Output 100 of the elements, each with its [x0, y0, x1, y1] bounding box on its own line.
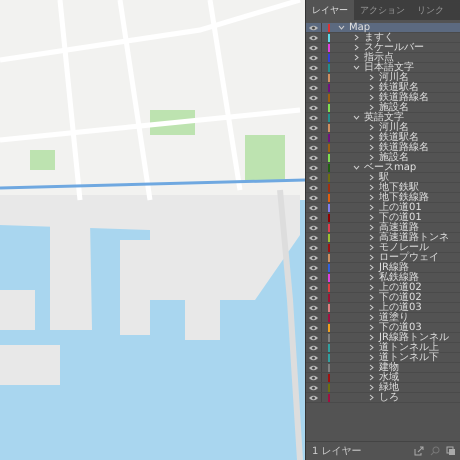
- chevron-icon[interactable]: [368, 224, 375, 231]
- chevron-icon[interactable]: [368, 204, 375, 211]
- chevron-icon[interactable]: [368, 374, 375, 381]
- layer-row[interactable]: 鉄道駅名: [306, 133, 460, 143]
- layer-row[interactable]: 上の道02: [306, 283, 460, 293]
- chevron-icon[interactable]: [368, 134, 375, 141]
- chevron-icon[interactable]: [368, 314, 375, 321]
- layer-row[interactable]: 河川名: [306, 123, 460, 133]
- layer-row[interactable]: 英語文字: [306, 113, 460, 123]
- panel-tab[interactable]: リンク: [411, 0, 450, 20]
- eye-icon[interactable]: [309, 54, 318, 60]
- eye-icon[interactable]: [309, 284, 318, 290]
- chevron-icon[interactable]: [368, 94, 375, 101]
- chevron-icon[interactable]: [368, 104, 375, 111]
- layer-row[interactable]: 地下鉄駅: [306, 183, 460, 193]
- chevron-icon[interactable]: [368, 394, 375, 401]
- layer-row[interactable]: 建物: [306, 363, 460, 373]
- eye-icon[interactable]: [309, 114, 318, 120]
- layer-row[interactable]: 施設名: [306, 103, 460, 113]
- chevron-icon[interactable]: [368, 264, 375, 271]
- layer-row[interactable]: モノレール: [306, 243, 460, 253]
- layer-row[interactable]: しろ: [306, 393, 460, 403]
- export-icon[interactable]: [414, 446, 424, 456]
- chevron-icon[interactable]: [368, 384, 375, 391]
- chevron-icon[interactable]: [368, 84, 375, 91]
- chevron-icon[interactable]: [353, 164, 360, 171]
- eye-icon[interactable]: [309, 364, 318, 370]
- layer-row[interactable]: ベースmap: [306, 163, 460, 173]
- chevron-icon[interactable]: [368, 234, 375, 241]
- layer-row[interactable]: 鉄道路線名: [306, 93, 460, 103]
- layer-row[interactable]: 下の道03: [306, 323, 460, 333]
- chevron-icon[interactable]: [368, 344, 375, 351]
- chevron-icon[interactable]: [353, 114, 360, 121]
- chevron-icon[interactable]: [368, 294, 375, 301]
- chevron-icon[interactable]: [368, 304, 375, 311]
- eye-icon[interactable]: [309, 184, 318, 190]
- chevron-icon[interactable]: [368, 124, 375, 131]
- chevron-icon[interactable]: [338, 24, 345, 31]
- eye-icon[interactable]: [309, 84, 318, 90]
- layer-row[interactable]: 指示点: [306, 53, 460, 63]
- layer-row[interactable]: 鉄道駅名: [306, 83, 460, 93]
- eye-icon[interactable]: [309, 304, 318, 310]
- panel-tab[interactable]: アクション: [354, 0, 411, 20]
- layer-row[interactable]: 鉄道路線名: [306, 143, 460, 153]
- chevron-icon[interactable]: [368, 284, 375, 291]
- eye-icon[interactable]: [309, 64, 318, 70]
- eye-icon[interactable]: [309, 194, 318, 200]
- chevron-icon[interactable]: [368, 154, 375, 161]
- eye-icon[interactable]: [309, 354, 318, 360]
- layer-row[interactable]: 河川名: [306, 73, 460, 83]
- layer-row[interactable]: ロープウェイ: [306, 253, 460, 263]
- chevron-icon[interactable]: [353, 34, 360, 41]
- layer-row[interactable]: Map: [306, 23, 460, 33]
- layer-row[interactable]: 緑地: [306, 383, 460, 393]
- eye-icon[interactable]: [309, 244, 318, 250]
- layer-row[interactable]: 高速道路トンネ: [306, 233, 460, 243]
- eye-icon[interactable]: [309, 44, 318, 50]
- eye-icon[interactable]: [309, 394, 318, 400]
- chevron-icon[interactable]: [368, 334, 375, 341]
- chevron-icon[interactable]: [368, 74, 375, 81]
- chevron-icon[interactable]: [368, 324, 375, 331]
- layer-row[interactable]: 私鉄線路: [306, 273, 460, 283]
- chevron-icon[interactable]: [353, 64, 360, 71]
- eye-icon[interactable]: [309, 144, 318, 150]
- eye-icon[interactable]: [309, 204, 318, 210]
- eye-icon[interactable]: [309, 74, 318, 80]
- panel-tab[interactable]: レイヤー: [306, 0, 354, 20]
- eye-icon[interactable]: [309, 24, 318, 30]
- layer-row[interactable]: JR線路: [306, 263, 460, 273]
- eye-icon[interactable]: [309, 264, 318, 270]
- eye-icon[interactable]: [309, 324, 318, 330]
- eye-icon[interactable]: [309, 224, 318, 230]
- chevron-icon[interactable]: [368, 254, 375, 261]
- layer-row[interactable]: 下の道01: [306, 213, 460, 223]
- layer-row[interactable]: 下の道02: [306, 293, 460, 303]
- chevron-icon[interactable]: [353, 44, 360, 51]
- eye-icon[interactable]: [309, 374, 318, 380]
- eye-icon[interactable]: [309, 384, 318, 390]
- layer-row[interactable]: 日本語文字: [306, 63, 460, 73]
- layer-row[interactable]: 地下鉄線路: [306, 193, 460, 203]
- layer-row[interactable]: 道塗り: [306, 313, 460, 323]
- eye-icon[interactable]: [309, 344, 318, 350]
- chevron-icon[interactable]: [368, 214, 375, 221]
- eye-icon[interactable]: [309, 104, 318, 110]
- layer-row[interactable]: JR線路トンネル: [306, 333, 460, 343]
- eye-icon[interactable]: [309, 234, 318, 240]
- layer-row[interactable]: 施設名: [306, 153, 460, 163]
- chevron-icon[interactable]: [368, 274, 375, 281]
- layer-row[interactable]: 高速道路: [306, 223, 460, 233]
- chevron-icon[interactable]: [368, 244, 375, 251]
- layer-row[interactable]: スケールバー: [306, 43, 460, 53]
- layer-row[interactable]: 道トンネル上: [306, 343, 460, 353]
- eye-icon[interactable]: [309, 124, 318, 130]
- eye-icon[interactable]: [309, 334, 318, 340]
- chevron-icon[interactable]: [368, 184, 375, 191]
- layer-row[interactable]: 上の道01: [306, 203, 460, 213]
- layer-row[interactable]: 上の道03: [306, 303, 460, 313]
- chevron-icon[interactable]: [368, 144, 375, 151]
- eye-icon[interactable]: [309, 254, 318, 260]
- eye-icon[interactable]: [309, 294, 318, 300]
